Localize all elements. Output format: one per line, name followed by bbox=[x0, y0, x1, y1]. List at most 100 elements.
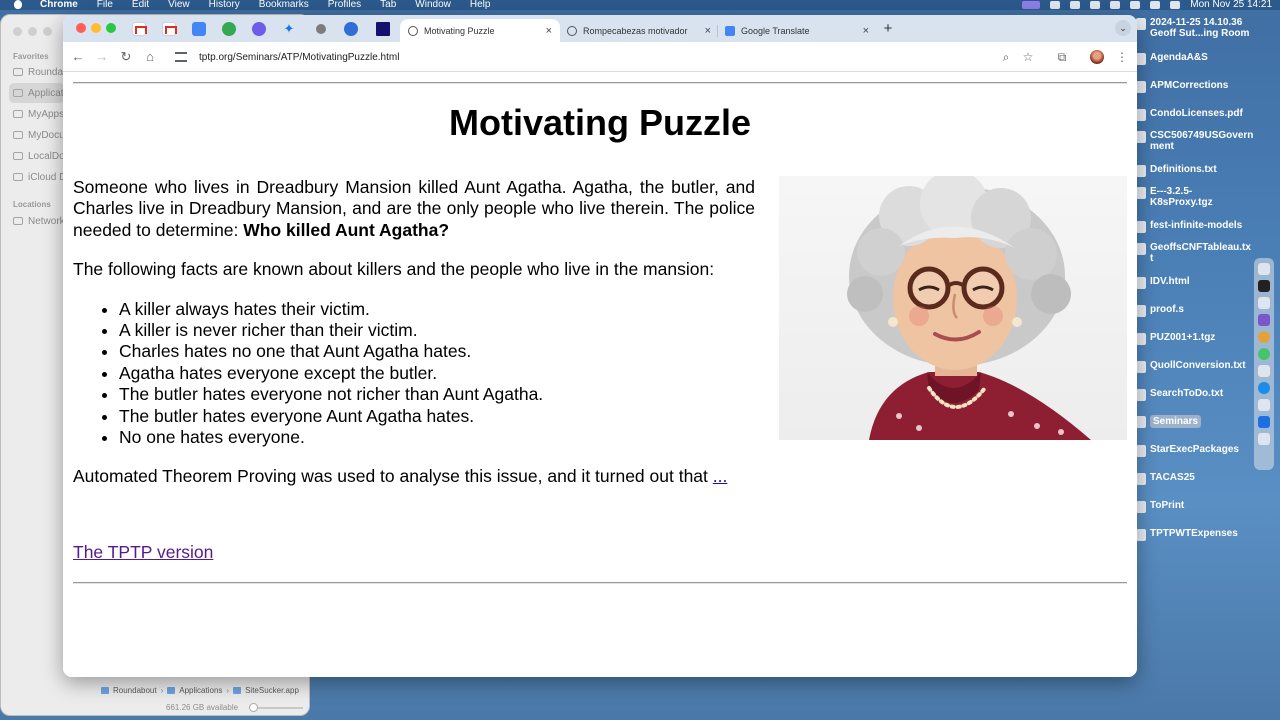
tab-google-translate[interactable]: Google Translate × bbox=[717, 19, 877, 42]
finder-sidebar-item-network[interactable]: Network bbox=[13, 211, 65, 231]
desktop-item[interactable]: TPTPWTExpenses bbox=[1136, 528, 1254, 541]
new-tab-button[interactable]: + bbox=[879, 20, 897, 38]
desktop-item[interactable]: 2024-11-25 14.10.36 Geoff Sut...ing Room bbox=[1136, 17, 1254, 39]
tab-motivating-puzzle[interactable]: Motivating Puzzle × bbox=[400, 19, 560, 42]
desktop-item[interactable]: E---3.2.5-K8sProxy.tgz bbox=[1136, 186, 1254, 208]
music-app-icon[interactable] bbox=[1258, 399, 1270, 411]
desktop-item[interactable]: CondoLicenses.pdf bbox=[1136, 108, 1254, 121]
window-zoom-button[interactable] bbox=[106, 23, 116, 33]
close-icon[interactable]: × bbox=[863, 25, 869, 37]
address-bar-url[interactable]: tptp.org/Seminars/ATP/MotivatingPuzzle.h… bbox=[199, 52, 399, 63]
finder-sidebar-item-mydocuments[interactable]: MyDocuments bbox=[13, 125, 65, 145]
tab-rompecabezas[interactable]: Rompecabezas motivador × bbox=[559, 19, 719, 42]
menu-app-name[interactable]: Chrome bbox=[40, 0, 78, 10]
menu-view[interactable]: View bbox=[168, 0, 190, 10]
back-arrow-icon[interactable]: ← bbox=[69, 48, 87, 66]
pinned-tab-gmail-icon[interactable] bbox=[162, 22, 177, 36]
pinned-tab-phone-icon[interactable] bbox=[222, 22, 236, 36]
menu-kebab-icon[interactable]: ⋮ bbox=[1113, 48, 1131, 66]
tab-search-chevron-icon[interactable]: ⌄ bbox=[1115, 20, 1131, 36]
pinned-tab-gmail-icon[interactable] bbox=[132, 22, 147, 36]
desktop-item-selected[interactable]: Seminars bbox=[1136, 415, 1254, 428]
address-bar[interactable]: tptp.org/Seminars/ATP/MotivatingPuzzle.h… bbox=[167, 45, 1103, 69]
desktop-item[interactable]: CSC506749USGovernment bbox=[1136, 130, 1254, 152]
reload-icon[interactable]: ↻ bbox=[117, 48, 135, 66]
desktop-item[interactable]: SearchToDo.txt bbox=[1136, 388, 1254, 401]
wifi-icon[interactable] bbox=[1110, 1, 1121, 9]
zoom-icon[interactable]: ⌕ bbox=[997, 48, 1015, 66]
forward-arrow-icon[interactable]: → bbox=[93, 48, 111, 66]
chrome-app-icon[interactable] bbox=[1258, 331, 1270, 343]
calculator-app-icon[interactable] bbox=[1258, 297, 1270, 309]
slider-knob[interactable] bbox=[249, 703, 258, 712]
close-icon[interactable]: × bbox=[546, 25, 552, 37]
fact-item: The butler hates everyone Aunt Agatha ha… bbox=[119, 406, 755, 427]
apple-icon[interactable] bbox=[12, 0, 28, 10]
finder-sidebar-item-icloud[interactable]: iCloud Drive bbox=[13, 167, 65, 187]
path-segment[interactable]: SiteSucker.app bbox=[245, 686, 299, 695]
menu-file[interactable]: File bbox=[97, 0, 113, 10]
profile-avatar[interactable] bbox=[1090, 50, 1104, 64]
network-icon[interactable] bbox=[1070, 1, 1081, 9]
finder-minimize-button[interactable] bbox=[28, 27, 37, 36]
menu-profiles[interactable]: Profiles bbox=[328, 0, 361, 10]
terminal-app-icon[interactable] bbox=[1258, 280, 1270, 292]
pinned-tab-gemini-icon[interactable]: ✦ bbox=[282, 22, 296, 36]
pinned-tab-square-icon[interactable] bbox=[376, 22, 390, 36]
path-segment[interactable]: Applications bbox=[179, 686, 222, 695]
menu-help[interactable]: Help bbox=[470, 0, 491, 10]
skype-app-icon[interactable] bbox=[1258, 382, 1270, 394]
desktop-item[interactable]: APMCorrections bbox=[1136, 80, 1254, 93]
desktop-item[interactable]: Definitions.txt bbox=[1136, 164, 1254, 177]
window-minimize-button[interactable] bbox=[91, 23, 101, 33]
desktop-item[interactable]: PUZ001+1.tgz bbox=[1136, 332, 1254, 345]
finder-close-button[interactable] bbox=[13, 27, 22, 36]
desktop-item[interactable]: AgendaA&S bbox=[1136, 52, 1254, 65]
pinned-tab-site-icon[interactable] bbox=[316, 24, 326, 34]
desktop-item[interactable]: StarExecPackages bbox=[1136, 444, 1254, 457]
close-icon[interactable]: × bbox=[705, 25, 711, 37]
menu-history[interactable]: History bbox=[209, 0, 240, 10]
menu-edit[interactable]: Edit bbox=[132, 0, 149, 10]
control-center-icon[interactable] bbox=[1170, 1, 1181, 9]
checkmark-icon[interactable] bbox=[1090, 1, 1101, 9]
zoom-app-icon[interactable] bbox=[1258, 416, 1270, 428]
finder-sidebar-item-localdocs[interactable]: LocalDocs bbox=[13, 146, 65, 166]
finder-zoom-button[interactable] bbox=[43, 27, 52, 36]
battery-icon[interactable] bbox=[1130, 1, 1141, 9]
menu-window[interactable]: Window bbox=[415, 0, 451, 10]
finder-sidebar-item-applications[interactable]: Applications bbox=[9, 83, 65, 103]
extensions-puzzle-icon[interactable]: ⧉ bbox=[1053, 48, 1071, 66]
whatsapp-app-icon[interactable] bbox=[1258, 348, 1270, 360]
screen-share-icon[interactable] bbox=[1022, 1, 1041, 9]
menu-clock[interactable]: Mon Nov 25 14:21 bbox=[1190, 0, 1272, 10]
menu-tab[interactable]: Tab bbox=[380, 0, 396, 10]
desktop-item[interactable]: ToPrint bbox=[1136, 500, 1254, 513]
finder-sidebar-item-myapps[interactable]: MyApps bbox=[13, 104, 65, 124]
desktop-item[interactable]: QuollConversion.txt bbox=[1136, 360, 1254, 373]
answer-link[interactable]: ... bbox=[713, 466, 728, 486]
desktop-item[interactable]: GeoffsCNFTableau.txt bbox=[1136, 242, 1254, 264]
pinned-tab-noaa-icon[interactable] bbox=[344, 22, 358, 36]
desktop-item[interactable]: IDV.html bbox=[1136, 276, 1254, 289]
photos-app-icon[interactable] bbox=[1258, 314, 1270, 326]
path-segment[interactable]: Roundabout bbox=[113, 686, 157, 695]
bookmark-star-icon[interactable]: ☆ bbox=[1019, 48, 1037, 66]
site-info-icon[interactable] bbox=[175, 52, 187, 62]
finder-icon-size-slider[interactable] bbox=[249, 703, 303, 712]
tptp-version-link[interactable]: The TPTP version bbox=[73, 542, 213, 563]
window-close-button[interactable] bbox=[76, 23, 86, 33]
settings-app-icon[interactable] bbox=[1258, 365, 1270, 377]
drive-icon[interactable] bbox=[1050, 1, 1061, 9]
pinned-tab-calendar-icon[interactable] bbox=[192, 22, 206, 36]
pinned-tab-app-icon[interactable] bbox=[252, 22, 266, 36]
desktop-item[interactable]: proof.s bbox=[1136, 304, 1254, 317]
trash-icon[interactable] bbox=[1258, 433, 1270, 445]
finder-sidebar-item-roundabout[interactable]: Roundabout bbox=[13, 62, 65, 82]
menu-bookmarks[interactable]: Bookmarks bbox=[259, 0, 309, 10]
finder-app-icon[interactable] bbox=[1258, 263, 1270, 275]
desktop-item[interactable]: fest-infinite-models bbox=[1136, 220, 1254, 233]
spotlight-icon[interactable] bbox=[1150, 1, 1161, 9]
desktop-item[interactable]: TACAS25 bbox=[1136, 472, 1254, 485]
home-icon[interactable]: ⌂ bbox=[141, 48, 159, 66]
